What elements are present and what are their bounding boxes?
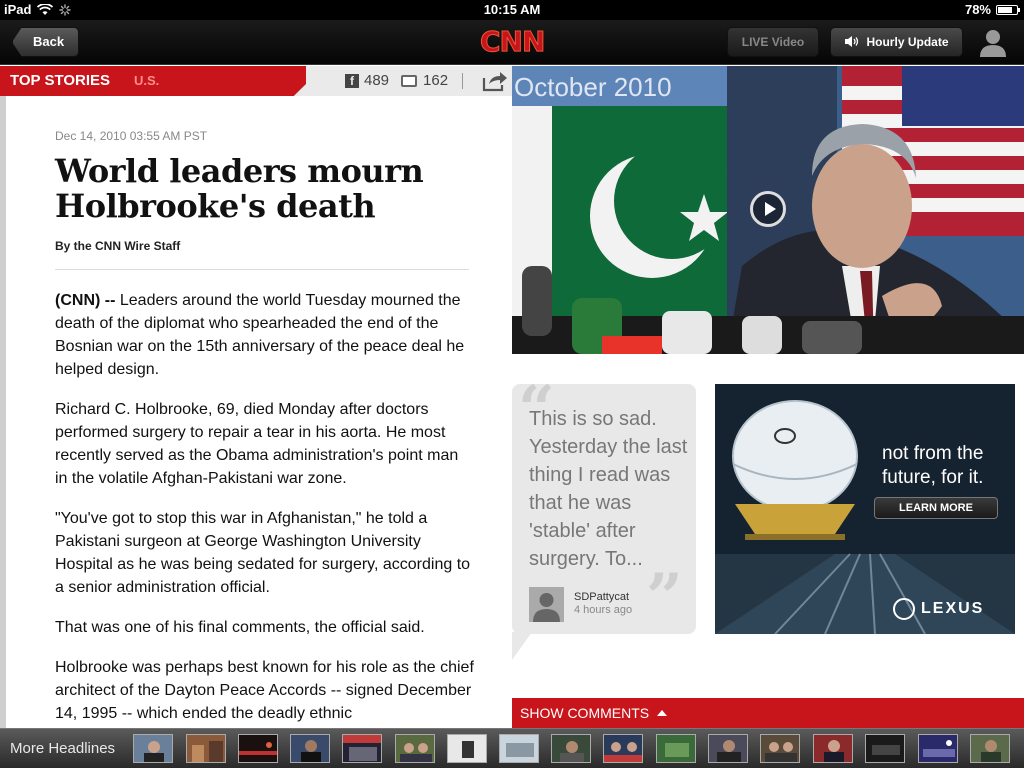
article-dateline: Dec 14, 2010 03:55 AM PST (55, 129, 208, 143)
article-paragraph: Richard C. Holbrooke, 69, died Monday af… (55, 401, 459, 487)
facebook-count: 489 (364, 72, 390, 89)
headline-thumbnail[interactable] (865, 734, 905, 763)
battery-percent: 78% (964, 2, 991, 17)
headline-thumbnail[interactable] (603, 734, 643, 763)
battery-level (998, 6, 1013, 13)
tab-us[interactable]: U.S. (134, 73, 159, 88)
headline-thumbnail[interactable] (238, 734, 278, 763)
headline-thumbnail[interactable] (970, 734, 1010, 763)
divider (55, 269, 469, 270)
share-icon[interactable] (482, 70, 508, 92)
avatar (529, 587, 564, 622)
article-paragraph: (CNN) -- Leaders around the world Tuesda… (55, 292, 465, 378)
user-icon (529, 587, 564, 622)
comment-text: This is so sad. Yesterday the last thing… (529, 408, 688, 570)
chevron-up-icon (657, 710, 668, 716)
clock: 10:15 AM (483, 2, 541, 17)
hero-date-overlay: October 2010 (514, 72, 672, 102)
comment-timestamp: 4 hours ago (574, 604, 633, 616)
comment-count: 162 (423, 72, 449, 89)
more-headlines-bar: More Headlines (0, 728, 1024, 768)
article-paragraph: That was one of his final comments, the … (55, 619, 425, 636)
article-byline: By the CNN Wire Staff (55, 239, 181, 253)
learn-more-button[interactable]: LEARN MORE (874, 497, 998, 519)
article-headline: World leaders mourn Holbrooke's death (55, 152, 424, 225)
comment-tail (512, 632, 532, 660)
nav-bar: Back CNN LIVE Video Hourly Update (0, 20, 1024, 65)
hourly-update-button[interactable]: Hourly Update (830, 27, 963, 57)
hourly-update-label: Hourly Update (866, 35, 949, 49)
lexus-advertisement[interactable]: not from the future, for it. LEARN MORE … (715, 384, 1015, 634)
cnn-ipad-app: iPad 10:15 AM 78% Back CNN LIVE Video Ho… (0, 0, 1024, 768)
headline-thumbnail[interactable] (656, 734, 696, 763)
status-bar: iPad 10:15 AM 78% (0, 0, 1024, 20)
headline-thumbnail[interactable] (551, 734, 591, 763)
back-button[interactable]: Back (12, 27, 80, 57)
headline-thumbnail[interactable] (708, 734, 748, 763)
headline-thumbnail[interactable] (133, 734, 173, 763)
show-comments-label: SHOW COMMENTS (520, 705, 650, 721)
tab-top-stories[interactable]: TOP STORIES (10, 72, 110, 89)
headline-thumbnail[interactable] (395, 734, 435, 763)
battery-icon (996, 4, 1020, 15)
article: Dec 14, 2010 03:55 AM PST World leaders … (6, 96, 512, 728)
speaker-icon (845, 36, 859, 47)
headline-thumbnail[interactable] (342, 734, 382, 763)
headline-thumbnail[interactable] (290, 734, 330, 763)
headline-thumbnail[interactable] (760, 734, 800, 763)
headline-thumbnail[interactable] (186, 734, 226, 763)
section-strip: TOP STORIES U.S. f 489 162 (0, 66, 512, 96)
more-headlines-label: More Headlines (10, 740, 116, 757)
comment-author: SDPattycat (574, 591, 630, 603)
article-paragraph: "You've got to stop this war in Afghanis… (55, 510, 471, 596)
facebook-icon[interactable]: f (345, 73, 359, 88)
play-icon[interactable] (750, 191, 786, 227)
headline-thumbnail[interactable] (918, 734, 958, 763)
show-comments-button[interactable]: SHOW COMMENTS (512, 698, 1024, 728)
headline-thumbnail[interactable] (499, 734, 539, 763)
cnn-logo: CNN (480, 25, 546, 58)
article-paragraph: Holbrooke was perhaps best known for his… (55, 659, 474, 722)
headline-thumbnail[interactable] (447, 734, 487, 763)
live-video-button[interactable]: LIVE Video (727, 27, 819, 57)
profile-icon[interactable] (978, 27, 1008, 57)
comment-icon[interactable] (401, 74, 418, 87)
ad-brand: LEXUS (921, 600, 985, 617)
lexus-logo-icon (893, 598, 915, 620)
lead-tag: (CNN) -- (55, 292, 116, 309)
article-body: (CNN) -- Leaders around the world Tuesda… (55, 289, 475, 728)
share-counts: f 489 162 (345, 72, 464, 89)
ad-tagline: not from the future, for it. (882, 443, 984, 488)
headline-thumbnail[interactable] (813, 734, 853, 763)
divider (462, 72, 464, 89)
